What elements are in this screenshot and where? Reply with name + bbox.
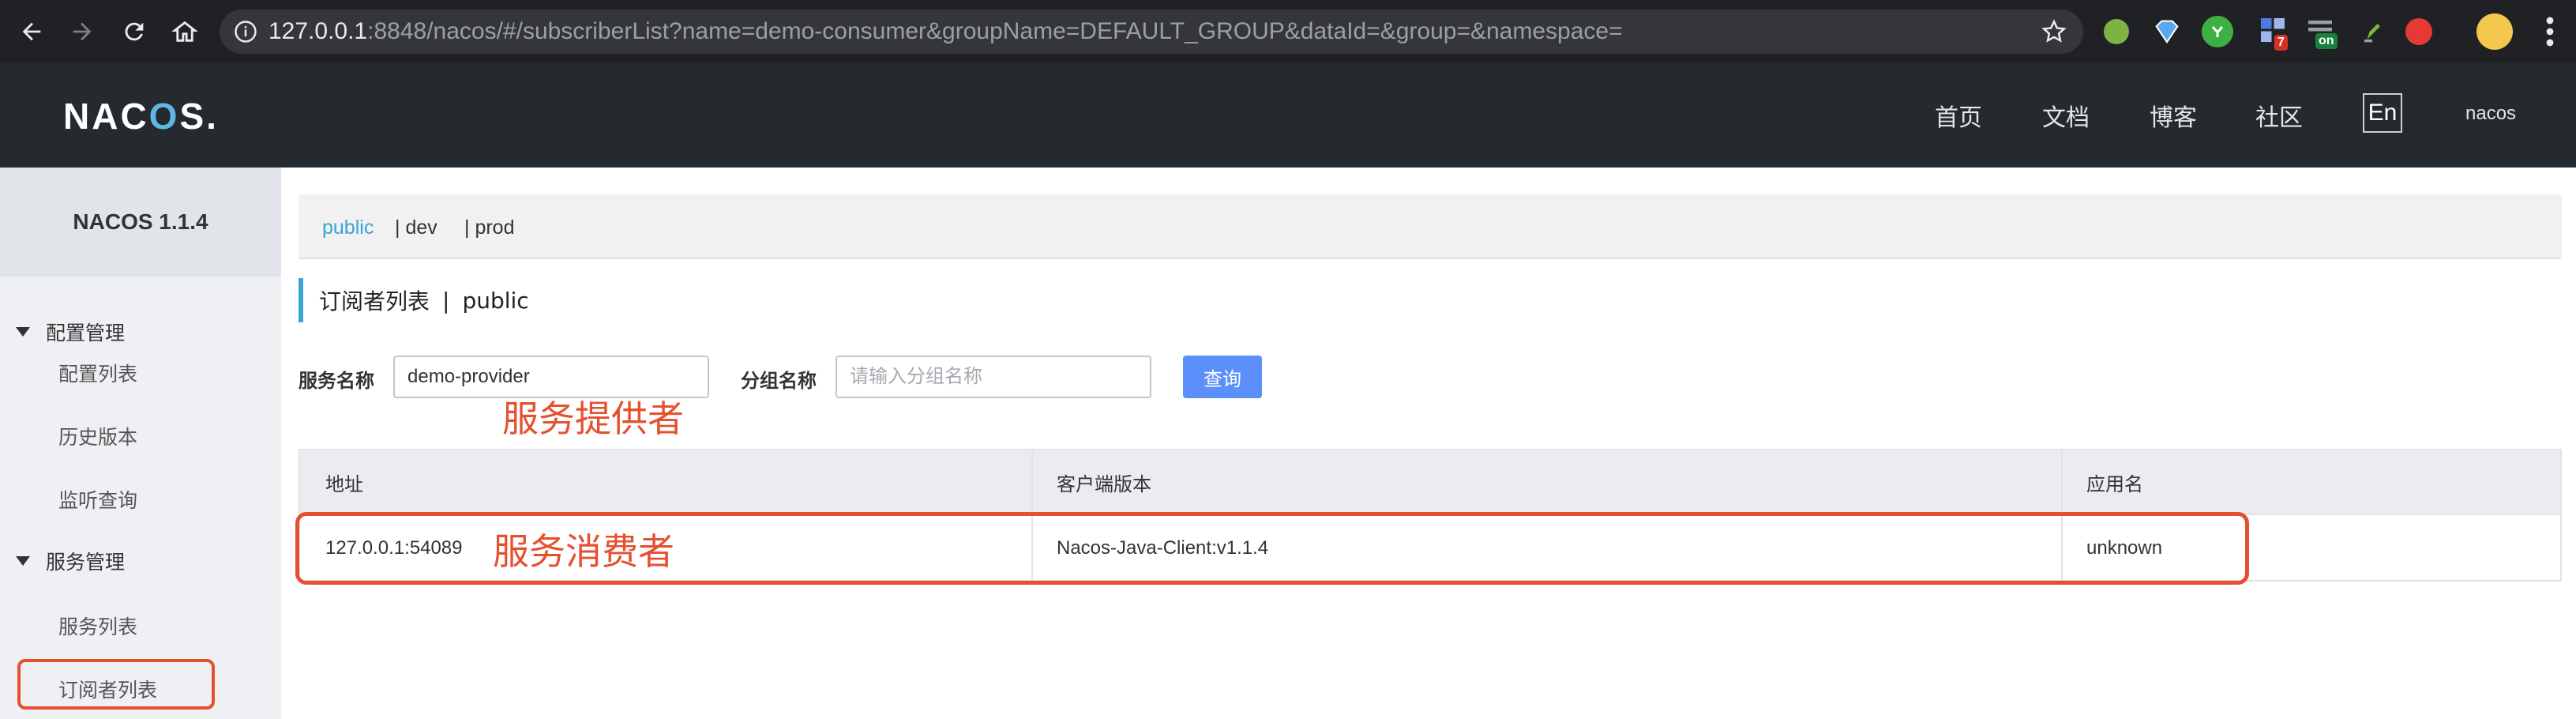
- avatar[interactable]: [2476, 13, 2513, 50]
- column-header-app-name: 应用名: [2086, 472, 2143, 495]
- back-arrow-icon[interactable]: [14, 14, 49, 49]
- nacos-logo[interactable]: NACOS.: [63, 95, 219, 137]
- menu-dots-icon[interactable]: [2544, 16, 2555, 47]
- logo-text-o: O: [148, 96, 180, 137]
- sidebar-item-history[interactable]: 历史版本: [58, 422, 137, 450]
- nav-docs[interactable]: 文档: [2042, 98, 2090, 133]
- extension-red-icon[interactable]: [2405, 18, 2432, 45]
- nav-blog[interactable]: 博客: [2150, 98, 2197, 133]
- address-bar[interactable]: 127.0.0.1:8848/nacos/#/subscriberList?na…: [220, 9, 2083, 54]
- column-header-address: 地址: [325, 472, 363, 495]
- extension-green-dot-icon[interactable]: [2104, 19, 2129, 44]
- sidebar: NACOS 1.1.4 配置管理 配置列表 历史版本 监听查询 服务管理 服务列…: [0, 168, 281, 719]
- nav-home[interactable]: 首页: [1935, 98, 1982, 133]
- browser-toolbar: 127.0.0.1:8848/nacos/#/subscriberList?na…: [0, 0, 2576, 63]
- extension-y-icon[interactable]: [2202, 16, 2233, 47]
- extension-badge: on: [2315, 33, 2338, 49]
- extension-list-icon[interactable]: on: [2306, 16, 2338, 49]
- home-icon[interactable]: [167, 14, 202, 49]
- page-title-namespace: public: [462, 287, 529, 314]
- app-header: NACOS. 首页 文档 博客 社区 En nacos: [0, 63, 2576, 168]
- group-name-input[interactable]: [836, 356, 1151, 398]
- sidebar-item-config-list[interactable]: 配置列表: [58, 359, 137, 387]
- caret-down-icon: [16, 327, 30, 337]
- user-name[interactable]: nacos: [2465, 103, 2516, 125]
- namespace-public[interactable]: public: [322, 216, 374, 239]
- sidebar-group-label: 服务管理: [46, 551, 126, 574]
- extension-pen-icon[interactable]: [2356, 16, 2388, 47]
- sidebar-group-config[interactable]: 配置管理: [0, 308, 281, 356]
- logo-text-start: NAC: [63, 96, 149, 137]
- annotation-consumer: 服务消费者: [493, 530, 674, 573]
- url-path: :8848/nacos/#/subscriberList?name=demo-c…: [367, 18, 1623, 44]
- star-icon[interactable]: [2041, 18, 2067, 45]
- page-title-separator: |: [442, 287, 450, 314]
- namespace-bar: public | dev | prod: [299, 194, 2562, 259]
- sidebar-group-label: 配置管理: [46, 322, 126, 344]
- caret-down-icon: [16, 556, 30, 566]
- annotation-provider: 服务提供者: [502, 397, 684, 440]
- extension-grid-icon[interactable]: 7: [2259, 16, 2290, 51]
- table-header: [300, 450, 2560, 515]
- column-header-client-version: 客户端版本: [1057, 472, 1151, 495]
- highlight-box-subscriber-list: [17, 659, 215, 710]
- nav-community[interactable]: 社区: [2255, 98, 2303, 133]
- sidebar-item-listener-query[interactable]: 监听查询: [58, 485, 137, 514]
- forward-arrow-icon[interactable]: [65, 14, 100, 49]
- logo-text-end: S.: [179, 96, 219, 137]
- extension-badge: 7: [2274, 35, 2288, 51]
- namespace-prod[interactable]: | prod: [464, 216, 514, 239]
- group-name-label: 分组名称: [741, 370, 817, 392]
- query-button[interactable]: 查询: [1183, 356, 1262, 398]
- reload-icon[interactable]: [117, 14, 152, 49]
- page-title-text: 订阅者列表: [319, 288, 430, 314]
- info-icon[interactable]: [234, 20, 257, 43]
- service-name-label: 服务名称: [299, 370, 374, 392]
- url-host: 127.0.0.1: [268, 18, 368, 44]
- page-title: 订阅者列表 | public: [299, 278, 529, 322]
- sidebar-group-service[interactable]: 服务管理: [0, 537, 281, 585]
- extension-diamond-icon[interactable]: [2151, 16, 2183, 47]
- url-text[interactable]: 127.0.0.1:8848/nacos/#/subscriberList?na…: [268, 18, 1623, 45]
- sidebar-title: NACOS 1.1.4: [0, 168, 281, 277]
- language-toggle-button[interactable]: En: [2363, 93, 2402, 133]
- sidebar-item-service-list[interactable]: 服务列表: [58, 612, 137, 640]
- namespace-dev[interactable]: | dev: [395, 216, 437, 239]
